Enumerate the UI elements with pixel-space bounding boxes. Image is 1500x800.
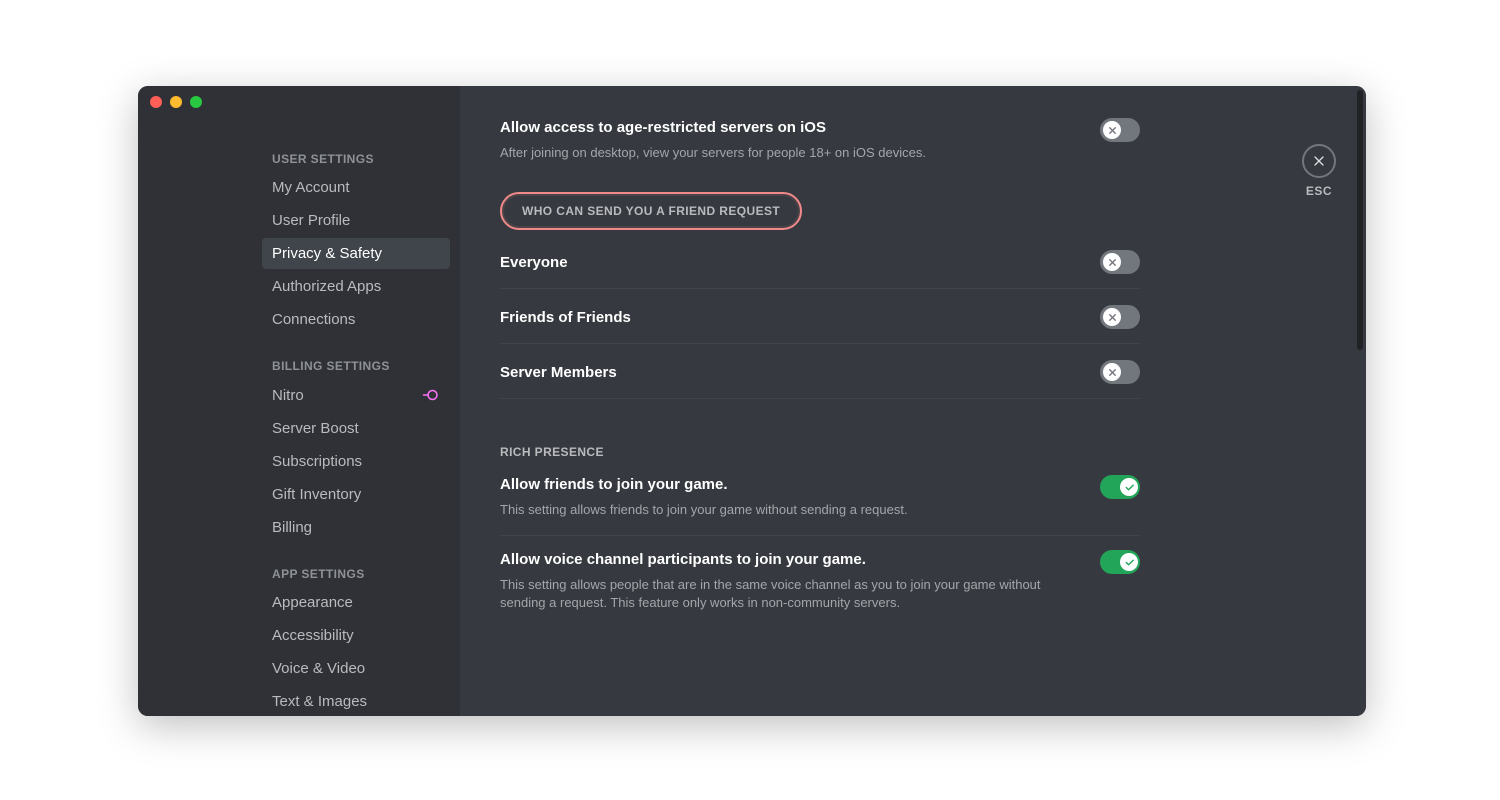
toggle-friend-of-friends[interactable] (1100, 305, 1140, 329)
x-icon (1103, 253, 1121, 271)
sidebar-item-billing[interactable]: Billing (262, 512, 450, 543)
x-icon (1103, 121, 1121, 139)
close-icon (1311, 153, 1327, 169)
setting-description: After joining on desktop, view your serv… (500, 144, 1076, 162)
settings-sidebar: USER SETTINGS My Account User Profile Pr… (138, 86, 460, 716)
toggle-friends-join-game[interactable] (1100, 475, 1140, 499)
settings-window: USER SETTINGS My Account User Profile Pr… (138, 86, 1366, 716)
toggle-friend-server-members[interactable] (1100, 360, 1140, 384)
sidebar-item-server-boost[interactable]: Server Boost (262, 413, 450, 444)
sidebar-item-label: Nitro (272, 387, 304, 404)
scrollbar-thumb[interactable] (1357, 90, 1363, 350)
sidebar-item-subscriptions[interactable]: Subscriptions (262, 446, 450, 477)
nitro-icon (422, 386, 440, 404)
sidebar-item-label: User Profile (272, 212, 350, 229)
setting-friend-everyone: Everyone (500, 234, 1140, 289)
sidebar-item-label: Subscriptions (272, 453, 362, 470)
toggle-voice-join-game[interactable] (1100, 550, 1140, 574)
esc-label: ESC (1306, 184, 1332, 198)
setting-title: Allow friends to join your game. (500, 475, 1076, 495)
group-header-friend-request: WHO CAN SEND YOU A FRIEND REQUEST (522, 204, 780, 218)
setting-description: This setting allows people that are in t… (500, 576, 1076, 612)
check-icon (1120, 478, 1138, 496)
close-settings: ESC (1302, 144, 1336, 198)
toggle-age-restricted[interactable] (1100, 118, 1140, 142)
sidebar-item-accessibility[interactable]: Accessibility (262, 620, 450, 651)
sidebar-item-label: Appearance (272, 594, 353, 611)
close-settings-button[interactable] (1302, 144, 1336, 178)
setting-title: Everyone (500, 254, 568, 271)
x-icon (1103, 308, 1121, 326)
scrollbar[interactable] (1357, 86, 1363, 716)
x-icon (1103, 363, 1121, 381)
sidebar-item-voice-video[interactable]: Voice & Video (262, 653, 450, 684)
sidebar-item-gift-inventory[interactable]: Gift Inventory (262, 479, 450, 510)
highlight-annotation: WHO CAN SEND YOU A FRIEND REQUEST (500, 192, 802, 230)
sidebar-item-appearance[interactable]: Appearance (262, 587, 450, 618)
setting-friend-of-friends: Friends of Friends (500, 289, 1140, 344)
setting-title: Server Members (500, 364, 617, 381)
setting-title: Friends of Friends (500, 309, 631, 326)
window-zoom-button[interactable] (190, 96, 202, 108)
sidebar-item-label: My Account (272, 179, 350, 196)
setting-friend-server-members: Server Members (500, 344, 1140, 399)
sidebar-item-label: Privacy & Safety (272, 245, 382, 262)
sidebar-item-label: Billing (272, 519, 312, 536)
setting-age-restricted: Allow access to age-restricted servers o… (500, 104, 1140, 162)
sidebar-section-app-settings: APP SETTINGS (262, 561, 450, 587)
sidebar-item-user-profile[interactable]: User Profile (262, 205, 450, 236)
window-minimize-button[interactable] (170, 96, 182, 108)
settings-content: Allow access to age-restricted servers o… (460, 86, 1366, 716)
sidebar-item-my-account[interactable]: My Account (262, 172, 450, 203)
sidebar-item-connections[interactable]: Connections (262, 304, 450, 335)
sidebar-item-privacy-safety[interactable]: Privacy & Safety (262, 238, 450, 269)
sidebar-item-label: Connections (272, 311, 355, 328)
setting-friends-join-game: Allow friends to join your game. This se… (500, 461, 1140, 519)
sidebar-item-authorized-apps[interactable]: Authorized Apps (262, 271, 450, 302)
sidebar-item-nitro[interactable]: Nitro (262, 379, 450, 411)
sidebar-section-user-settings: USER SETTINGS (262, 146, 450, 172)
setting-description: This setting allows friends to join your… (500, 501, 1076, 519)
sidebar-item-label: Authorized Apps (272, 278, 381, 295)
sidebar-section-billing-settings: BILLING SETTINGS (262, 353, 450, 379)
window-traffic-lights (150, 96, 202, 108)
sidebar-item-label: Voice & Video (272, 660, 365, 677)
sidebar-item-label: Server Boost (272, 420, 359, 437)
setting-title: Allow voice channel participants to join… (500, 550, 1076, 570)
group-header-rich-presence: RICH PRESENCE (500, 445, 1140, 459)
window-close-button[interactable] (150, 96, 162, 108)
setting-voice-join-game: Allow voice channel participants to join… (500, 536, 1140, 612)
sidebar-item-label: Accessibility (272, 627, 354, 644)
sidebar-item-label: Gift Inventory (272, 486, 361, 503)
toggle-friend-everyone[interactable] (1100, 250, 1140, 274)
sidebar-item-label: Text & Images (272, 693, 367, 710)
sidebar-item-text-images[interactable]: Text & Images (262, 686, 450, 716)
setting-title: Allow access to age-restricted servers o… (500, 118, 1076, 138)
check-icon (1120, 553, 1138, 571)
